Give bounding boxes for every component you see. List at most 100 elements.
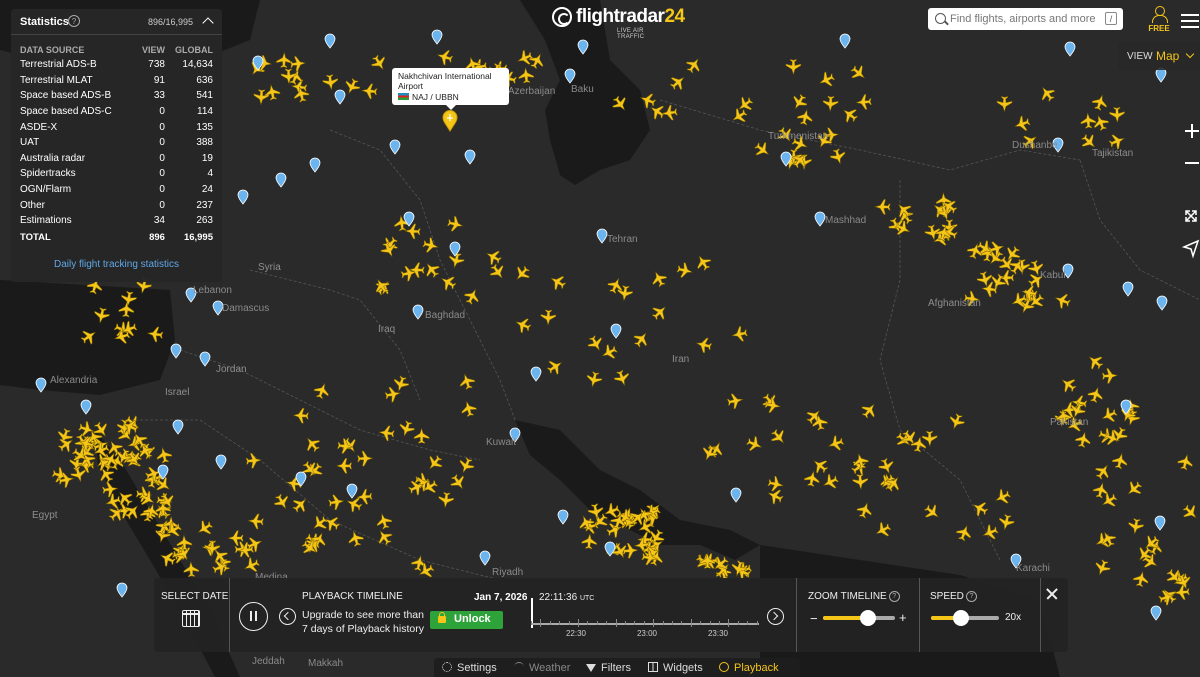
aircraft-icon[interactable] <box>413 427 430 444</box>
airport-pin-icon[interactable] <box>346 483 358 499</box>
aircraft-icon[interactable] <box>1080 112 1097 129</box>
aircraft-icon[interactable] <box>328 493 345 511</box>
aircraft-icon[interactable] <box>245 452 263 469</box>
airport-pin-icon[interactable] <box>324 33 336 49</box>
aircraft-icon[interactable] <box>247 513 264 530</box>
aircraft-icon[interactable] <box>356 488 373 505</box>
aircraft-icon[interactable] <box>877 457 896 476</box>
aircraft-icon[interactable] <box>337 438 354 454</box>
aircraft-icon[interactable] <box>457 372 476 391</box>
aircraft-icon[interactable] <box>1099 490 1120 511</box>
airport-pin-icon[interactable] <box>275 172 287 188</box>
aircraft-icon[interactable] <box>547 272 568 293</box>
aircraft-icon[interactable] <box>955 523 974 542</box>
aircraft-icon[interactable] <box>1157 588 1176 607</box>
help-icon[interactable]: ? <box>965 591 977 602</box>
airport-pin-icon[interactable] <box>479 550 491 566</box>
aircraft-icon[interactable] <box>922 502 943 523</box>
airport-tooltip[interactable]: Nakhchivan International Airport NAJ / U… <box>392 68 509 110</box>
aircraft-icon[interactable] <box>980 523 1000 543</box>
aircraft-icon[interactable] <box>1086 385 1105 404</box>
aircraft-icon[interactable] <box>374 527 395 548</box>
menu-icon[interactable] <box>1181 14 1199 28</box>
aircraft-icon[interactable] <box>264 84 281 101</box>
airport-pin-icon[interactable] <box>596 228 608 244</box>
slider-handle[interactable] <box>859 610 876 626</box>
aircraft-icon[interactable] <box>276 51 292 69</box>
airport-pin-icon[interactable] <box>215 454 227 470</box>
aircraft-icon[interactable] <box>693 252 714 273</box>
slider-handle[interactable] <box>952 610 969 626</box>
aircraft-icon[interactable] <box>438 491 455 509</box>
aircraft-icon[interactable] <box>379 240 399 260</box>
airport-pin-icon[interactable] <box>309 157 321 173</box>
aircraft-icon[interactable] <box>1101 368 1119 384</box>
aircraft-icon[interactable] <box>438 272 459 293</box>
aircraft-icon[interactable] <box>1109 106 1125 124</box>
flightradar24-logo[interactable]: flightradar24 LIVE AIR TRAFFIC <box>552 6 685 40</box>
daily-statistics-link[interactable]: Daily flight tracking statistics <box>11 259 222 270</box>
airport-pin-icon[interactable] <box>564 68 576 84</box>
help-icon[interactable]: ? <box>888 591 900 602</box>
aircraft-icon[interactable] <box>947 412 966 431</box>
aircraft-icon[interactable] <box>322 74 339 91</box>
airport-pin-icon[interactable] <box>1155 67 1167 83</box>
aircraft-icon[interactable] <box>581 532 597 550</box>
aircraft-icon[interactable] <box>1093 461 1114 482</box>
aircraft-icon[interactable] <box>803 470 821 488</box>
aircraft-icon[interactable] <box>622 542 639 559</box>
aircraft-icon[interactable] <box>1085 351 1106 372</box>
airport-pin-icon[interactable] <box>334 89 346 105</box>
aircraft-icon[interactable] <box>649 302 670 323</box>
aircraft-icon[interactable] <box>745 434 765 454</box>
airport-pin-icon[interactable] <box>1156 295 1168 311</box>
aircraft-icon[interactable] <box>731 325 749 343</box>
aircraft-icon[interactable] <box>120 290 137 308</box>
aircraft-icon[interactable] <box>397 419 416 438</box>
aircraft-icon[interactable] <box>1074 431 1092 449</box>
speed-slider[interactable] <box>931 610 999 626</box>
aircraft-icon[interactable] <box>599 342 619 362</box>
aircraft-icon[interactable] <box>859 400 880 421</box>
aircraft-icon[interactable] <box>118 301 135 318</box>
aircraft-icon[interactable] <box>446 215 464 233</box>
aircraft-icon[interactable] <box>789 92 810 113</box>
aircraft-icon[interactable] <box>183 560 200 578</box>
chevron-left-icon[interactable] <box>279 608 296 625</box>
view-selector[interactable]: VIEW Map <box>1118 42 1200 70</box>
aircraft-icon[interactable] <box>435 48 454 67</box>
airport-pin-icon[interactable] <box>35 377 47 393</box>
zoom-timeline-slider[interactable] <box>823 610 895 626</box>
aircraft-icon[interactable] <box>997 513 1015 531</box>
aircraft-icon[interactable] <box>309 513 330 534</box>
airport-pin-icon[interactable] <box>604 541 616 557</box>
airport-pin-icon[interactable] <box>431 29 443 45</box>
aircraft-icon[interactable] <box>649 269 669 289</box>
airport-pin-icon[interactable] <box>839 33 851 49</box>
aircraft-icon[interactable] <box>1127 518 1144 535</box>
airport-pin-icon[interactable] <box>1122 281 1134 297</box>
aircraft-icon[interactable] <box>146 326 164 343</box>
aircraft-icon[interactable] <box>312 381 331 400</box>
aircraft-icon[interactable] <box>545 356 566 377</box>
aircraft-icon[interactable] <box>613 369 632 388</box>
aircraft-icon[interactable] <box>829 147 848 166</box>
zoom-in-icon[interactable] <box>1180 119 1200 143</box>
select-date-button[interactable]: SELECT DATE <box>154 578 229 652</box>
aircraft-icon[interactable] <box>996 95 1013 113</box>
aircraft-icon[interactable] <box>462 286 482 306</box>
aircraft-icon[interactable] <box>483 247 503 267</box>
aircraft-icon[interactable] <box>992 487 1012 507</box>
aircraft-icon[interactable] <box>292 407 310 424</box>
aircraft-icon[interactable] <box>361 83 378 100</box>
aircraft-icon[interactable] <box>378 425 395 442</box>
aircraft-icon[interactable] <box>839 104 860 125</box>
aircraft-icon[interactable] <box>852 473 869 491</box>
airport-pin-icon[interactable] <box>730 487 742 503</box>
airport-pin-icon[interactable] <box>170 343 182 359</box>
aircraft-icon[interactable] <box>518 67 535 84</box>
filters-button[interactable]: Filters <box>586 662 631 674</box>
aircraft-icon[interactable] <box>667 72 688 93</box>
aircraft-icon[interactable] <box>1176 453 1194 471</box>
airport-pin-icon[interactable] <box>1150 605 1162 621</box>
